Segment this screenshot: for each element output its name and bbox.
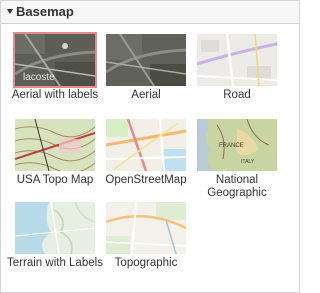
usa-topo-map-thumbnail[interactable] xyxy=(13,117,97,173)
aerial-with-labels-thumbnail[interactable]: lacoste xyxy=(13,32,97,88)
road-thumbnail[interactable] xyxy=(195,32,279,88)
aerial-thumbnail[interactable] xyxy=(104,32,188,88)
topographic-thumbnail[interactable] xyxy=(104,200,188,256)
basemap-label: Aerial with labels xyxy=(11,89,99,101)
basemap-section-header[interactable]: Basemap xyxy=(1,1,299,24)
caret-down-icon[interactable] xyxy=(7,9,13,14)
svg-text:ITALY: ITALY xyxy=(241,159,255,165)
basemap-label: Topographic xyxy=(114,257,178,269)
basemap-panel: Basemap lacoste Aerial with labels Aeria… xyxy=(0,0,300,293)
svg-text:FRANCE: FRANCE xyxy=(219,143,244,149)
openstreetmap-thumbnail[interactable] xyxy=(104,117,188,173)
section-title: Basemap xyxy=(16,4,74,19)
basemap-label: USA Topo Map xyxy=(16,174,94,186)
basemap-label: OpenStreetMap xyxy=(105,174,187,186)
terrain-with-labels-thumbnail[interactable] xyxy=(13,200,97,256)
svg-text:lacoste: lacoste xyxy=(23,72,55,83)
basemap-label: Terrain with Labels xyxy=(7,257,103,269)
basemap-label: Aerial xyxy=(131,89,161,101)
basemap-label: Road xyxy=(223,89,251,101)
national-geographic-thumbnail[interactable]: FRANCE ITALY xyxy=(195,117,279,173)
basemap-label: National Geographic xyxy=(207,174,267,199)
